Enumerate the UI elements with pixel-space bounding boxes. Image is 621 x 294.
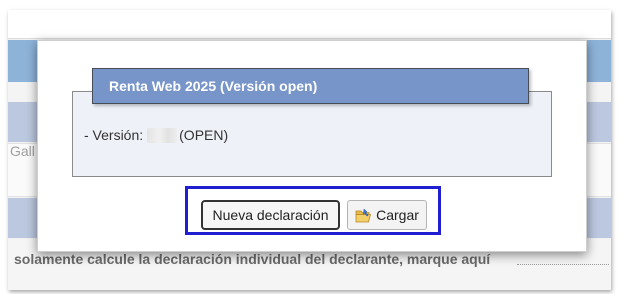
new-declaration-button[interactable]: Nueva declaración — [201, 200, 340, 230]
background-dotted-line — [517, 264, 609, 265]
load-label: Cargar — [376, 207, 419, 223]
version-dialog: Renta Web 2025 (Versión open) - Versión:… — [37, 40, 587, 252]
new-declaration-label: Nueva declaración — [212, 207, 329, 223]
dialog-title-bar: Renta Web 2025 (Versión open) — [92, 68, 529, 104]
version-prefix: - Versión: — [84, 127, 144, 143]
load-button[interactable]: Cargar — [347, 200, 427, 230]
background-side-label: Gall — [10, 143, 35, 159]
dialog-title: Renta Web 2025 (Versión open) — [109, 78, 318, 94]
version-line: - Versión: (OPEN) — [84, 127, 228, 143]
background-header-strip — [8, 10, 611, 39]
version-number-redacted — [147, 127, 178, 143]
folder-open-icon — [355, 207, 372, 223]
background-footer-text: solamente calcule la declaración individ… — [14, 251, 491, 267]
version-suffix: (OPEN) — [179, 127, 229, 143]
